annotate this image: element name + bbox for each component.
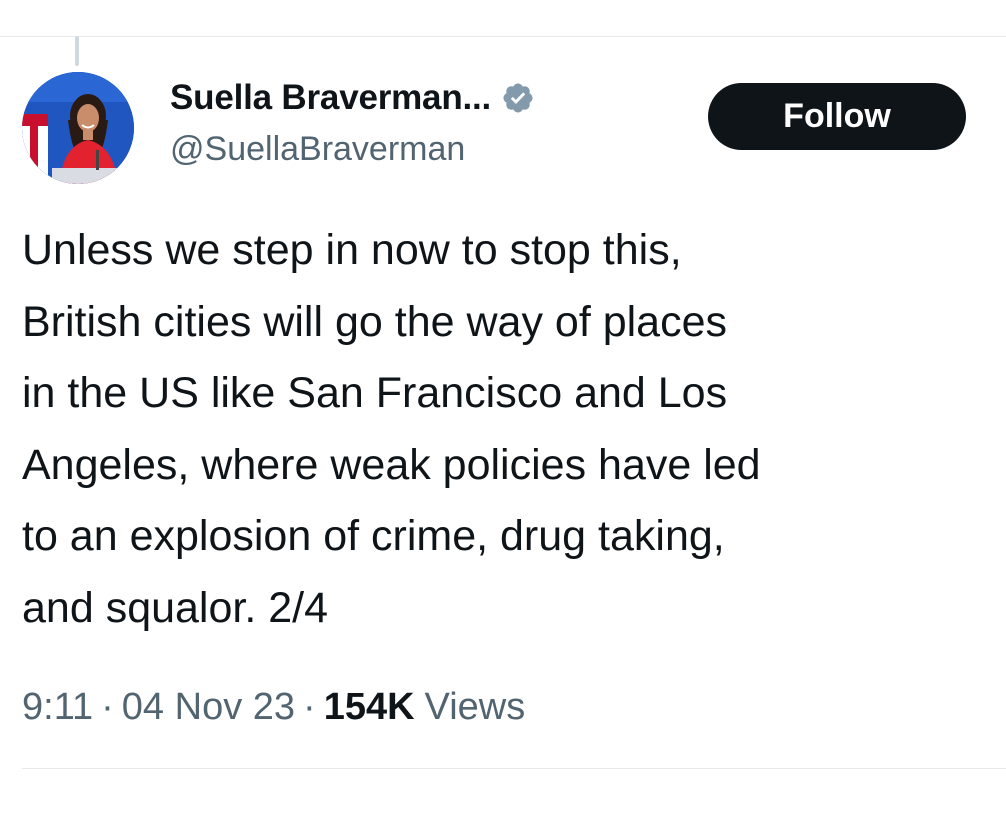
tweet-text-line: in the US like San Francisco and Los <box>22 369 728 417</box>
views-count[interactable]: 154K <box>324 686 415 729</box>
tweet-time[interactable]: 9:11 <box>22 686 93 729</box>
meta-separator: · <box>303 685 316 728</box>
avatar[interactable] <box>22 72 134 184</box>
follow-button[interactable]: Follow <box>708 83 966 150</box>
bottom-divider <box>22 768 1006 769</box>
thread-connector-line <box>75 36 79 66</box>
top-divider <box>0 36 1006 37</box>
author-handle[interactable]: @SuellaBraverman <box>170 130 465 169</box>
avatar-image <box>22 72 134 184</box>
tweet-text-line: Angeles, where weak policies have led <box>22 440 761 489</box>
tweet-text-line: and squalor. 2/4 <box>22 583 329 632</box>
tweet-text-line: British cities will go the way of places <box>22 297 728 346</box>
tweet-detail-view: Suella Braverman... @SuellaBraverman Fol… <box>0 0 1006 815</box>
meta-separator: · <box>101 685 114 728</box>
tweet-metadata: 9:11 · 04 Nov 23 · 154K Views <box>22 685 525 729</box>
verified-badge-icon <box>503 83 533 113</box>
tweet-text-line: Unless we step in now to stop this, <box>22 226 682 274</box>
views-label: Views <box>424 685 526 728</box>
tweet-text-line: to an explosion of crime, drug taking, <box>22 512 725 560</box>
tweet-date[interactable]: 04 Nov 23 <box>122 686 295 729</box>
display-name[interactable]: Suella Braverman... <box>170 78 491 118</box>
author-name-row: Suella Braverman... <box>170 76 535 120</box>
tweet-text: Unless we step in now to stop this, Brit… <box>22 215 1006 644</box>
